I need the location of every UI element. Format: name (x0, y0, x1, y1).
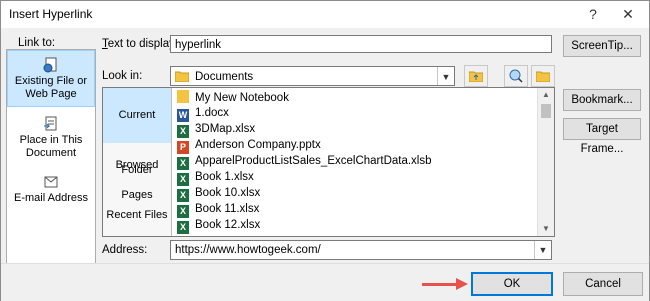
nav-recent-files[interactable]: Recent Files (103, 200, 171, 230)
bookmark-button[interactable]: Bookmark... (563, 89, 641, 111)
nav-browsed-pages[interactable]: Browsed Pages (103, 150, 171, 201)
list-item[interactable]: X Book 10.xlsx (177, 186, 261, 202)
excel-file-icon: X (177, 173, 189, 186)
target-frame-button[interactable]: Target Frame... (563, 118, 641, 155)
chevron-down-icon[interactable]: ▼ (534, 241, 551, 259)
folder-icon (177, 90, 189, 103)
list-item[interactable]: P Anderson Company.pptx (177, 138, 321, 154)
up-folder-button[interactable] (464, 65, 488, 87)
list-item[interactable]: X Book 11.xlsx (177, 202, 260, 218)
look-in-value: Documents (195, 71, 254, 83)
insert-hyperlink-dialog: Insert Hyperlink ? ✕ Link to: Existing F… (0, 0, 650, 301)
file-name: Anderson Company.pptx (195, 139, 321, 151)
title-bar: Insert Hyperlink ? ✕ (1, 1, 649, 28)
dialog-title: Insert Hyperlink (9, 7, 93, 21)
annotation-arrow-icon (456, 278, 468, 290)
browse-area: Current Folder Browsed Pages Recent File… (102, 87, 555, 237)
address-value: https://www.howtogeek.com/ (175, 244, 321, 256)
list-item[interactable]: X 3DMap.xlsx (177, 122, 256, 138)
up-folder-icon (469, 71, 483, 82)
excel-file-icon: X (177, 189, 189, 202)
help-button[interactable]: ? (581, 4, 605, 24)
file-name: Book 10.xlsx (195, 187, 261, 199)
browse-file-button[interactable] (531, 65, 555, 87)
scroll-up-icon[interactable]: ▲ (538, 90, 554, 99)
text-to-display-label: Text to display: (102, 38, 179, 50)
nav-current-folder[interactable]: Current Folder (103, 88, 171, 176)
nav-label-place-in-document: Place in This Document (19, 134, 83, 159)
nav-label-email-address: E-mail Address (14, 192, 88, 204)
link-to-label: Link to: (18, 37, 56, 49)
list-item[interactable]: My New Notebook (177, 90, 289, 105)
look-in-dropdown[interactable]: Documents ▼ (170, 66, 455, 86)
screentip-button[interactable]: ScreenTip... (563, 35, 641, 57)
list-item[interactable]: X Book 12.xlsx (177, 218, 261, 234)
file-list-scrollbar[interactable]: ▲ ▼ (537, 88, 554, 236)
open-folder-icon (536, 71, 550, 82)
scrollbar-thumb[interactable] (541, 104, 551, 118)
excel-file-icon: X (177, 157, 189, 170)
text-to-display-input[interactable]: hyperlink (170, 35, 552, 53)
email-address-icon (44, 176, 58, 188)
list-item[interactable]: W 1.docx (177, 106, 229, 122)
browse-nav: Current Folder Browsed Pages Recent File… (103, 88, 172, 236)
excel-file-icon: X (177, 221, 189, 234)
place-in-document-icon (44, 116, 57, 131)
nav-place-in-this-document[interactable]: Place in This Document (7, 110, 95, 160)
file-name: Book 12.xlsx (195, 219, 261, 231)
word-file-icon: W (177, 109, 189, 122)
cancel-button[interactable]: Cancel (563, 272, 643, 296)
list-item[interactable]: X ApparelProductListSales_ExcelChartData.… (177, 154, 432, 170)
powerpoint-file-icon: P (177, 141, 189, 154)
ok-button[interactable]: OK (471, 272, 553, 296)
file-name: ApparelProductListSales_ExcelChartData.x… (195, 155, 432, 167)
excel-file-icon: X (177, 205, 189, 218)
address-input[interactable]: https://www.howtogeek.com/ ▼ (170, 240, 552, 260)
link-to-panel: Existing File or Web Page Place in This … (6, 49, 96, 297)
close-button[interactable]: ✕ (616, 4, 640, 24)
annotation-arrow-shaft (422, 283, 458, 286)
globe-search-icon (509, 69, 523, 83)
file-name: My New Notebook (195, 92, 289, 104)
chevron-down-icon[interactable]: ▼ (437, 67, 454, 85)
file-name: 1.docx (195, 107, 229, 119)
text-to-display-label-rest: ext to display: (107, 38, 179, 50)
file-name: Book 1.xlsx (195, 171, 254, 183)
nav-existing-file-or-web-page[interactable]: Existing File or Web Page (7, 50, 95, 107)
scroll-down-icon[interactable]: ▼ (538, 224, 554, 233)
folder-icon (175, 71, 189, 82)
nav-email-address[interactable]: E-mail Address (7, 168, 95, 208)
list-item[interactable]: X Book 1.xlsx (177, 170, 254, 186)
look-in-label: Look in: (102, 70, 143, 82)
nav-label-existing-file: Existing File or Web Page (14, 75, 88, 100)
browse-web-button[interactable] (504, 65, 528, 87)
existing-file-icon (43, 57, 57, 73)
file-name: 3DMap.xlsx (195, 123, 256, 135)
excel-file-icon: X (177, 125, 189, 138)
file-list: My New Notebook W 1.docx X 3DMap.xlsx P And… (173, 88, 537, 236)
address-label: Address: (102, 244, 148, 256)
file-name: Book 11.xlsx (195, 203, 260, 215)
